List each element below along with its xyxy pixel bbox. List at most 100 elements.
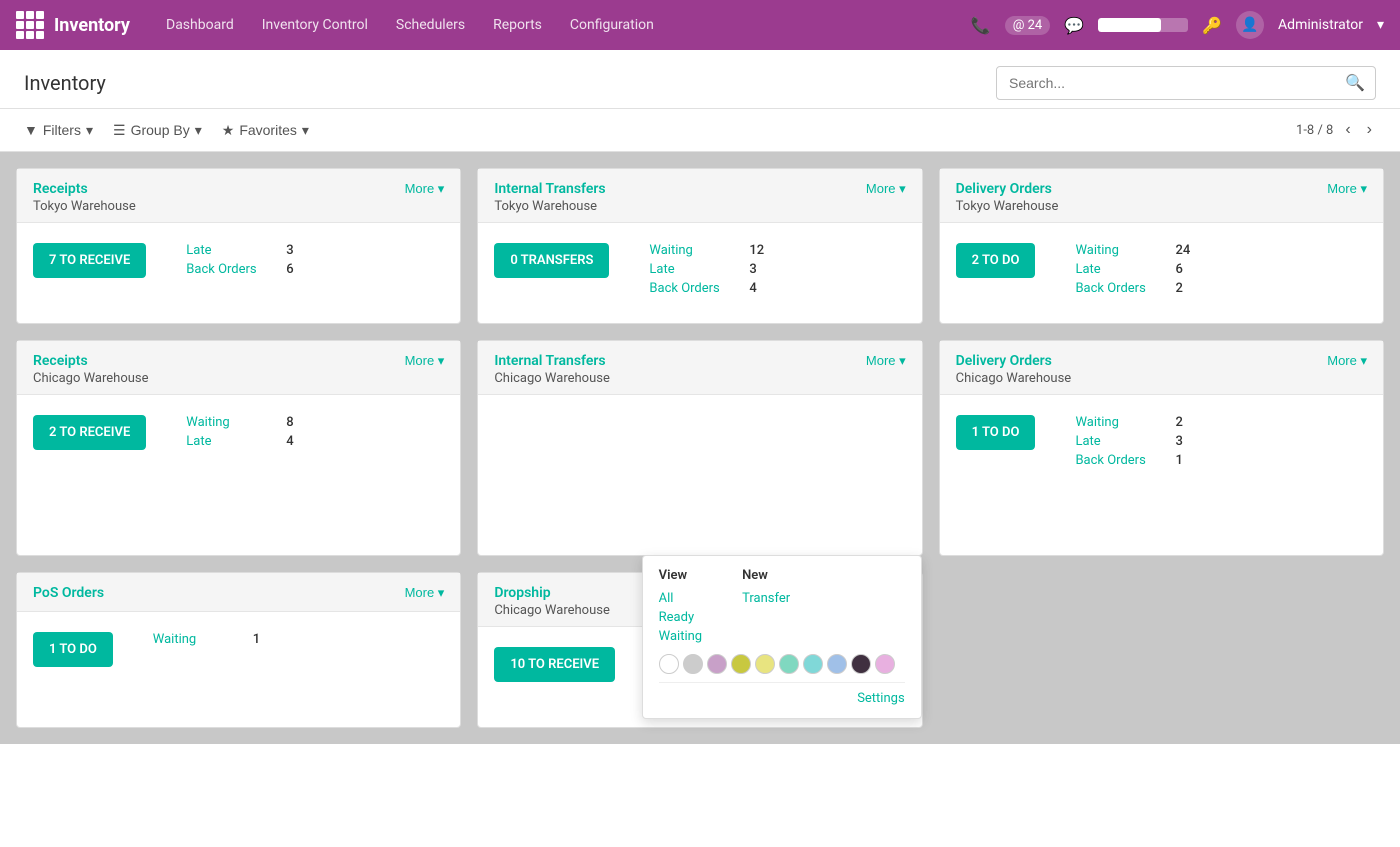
next-page-button[interactable]: › xyxy=(1363,119,1376,141)
favorites-button[interactable]: ★ Favorites ▾ xyxy=(222,122,309,139)
stat-value-backorders-do: 2 xyxy=(1175,281,1182,296)
more-button-internal-transfers-tokyo[interactable]: More ▾ xyxy=(866,181,906,197)
stat-label-backorders[interactable]: Back Orders xyxy=(186,262,266,277)
badge-receipts-chicago[interactable]: 2 TO RECEIVE xyxy=(33,415,146,450)
app-name: Inventory xyxy=(54,15,130,36)
app-logo[interactable]: Inventory xyxy=(16,11,130,39)
grid-icon xyxy=(16,11,44,39)
nav-schedulers[interactable]: Schedulers xyxy=(384,11,477,39)
card-header-internal-transfers-tokyo: Internal Transfers Tokyo Warehouse More … xyxy=(478,169,921,223)
star-icon: ★ xyxy=(222,122,235,139)
settings-link[interactable]: Settings xyxy=(857,691,904,706)
groupby-button[interactable]: ☰ Group By ▾ xyxy=(113,122,202,139)
card-title-delivery-orders-tokyo: Delivery Orders xyxy=(956,181,1059,197)
favorites-label: Favorites xyxy=(239,122,297,138)
stat-label-waiting-do[interactable]: Waiting xyxy=(1075,243,1155,258)
swatch-purple[interactable] xyxy=(707,654,727,674)
stat-label-waiting-do-c[interactable]: Waiting xyxy=(1075,415,1155,430)
badge-receipts-tokyo[interactable]: 7 TO RECEIVE xyxy=(33,243,146,278)
stat-label-late-do[interactable]: Late xyxy=(1075,262,1155,277)
card-subtitle-internal-transfers-tokyo: Tokyo Warehouse xyxy=(494,199,605,214)
card-body-receipts-tokyo: 7 TO RECEIVE Late 3 Back Orders 6 xyxy=(17,223,460,323)
card-subtitle-delivery-orders-tokyo: Tokyo Warehouse xyxy=(956,199,1059,214)
swatch-white[interactable] xyxy=(659,654,679,674)
nav-reports[interactable]: Reports xyxy=(481,11,554,39)
stats-pos-orders: Waiting 1 xyxy=(153,632,260,647)
stat-backorders-it-tokyo: Back Orders 4 xyxy=(649,281,764,296)
badge-delivery-orders-tokyo[interactable]: 2 TO DO xyxy=(956,243,1036,278)
stat-label-late-do-c[interactable]: Late xyxy=(1075,434,1155,449)
swatch-gray[interactable] xyxy=(683,654,703,674)
dropdown-footer: Settings xyxy=(659,682,905,706)
more-button-receipts-tokyo[interactable]: More ▾ xyxy=(405,181,445,197)
card-body-internal-transfers-chicago xyxy=(478,395,921,555)
search-button[interactable]: 🔍 xyxy=(1335,67,1375,99)
search-input[interactable] xyxy=(997,69,1335,97)
more-button-receipts-chicago[interactable]: More ▾ xyxy=(405,353,445,369)
admin-label[interactable]: Administrator xyxy=(1278,17,1363,33)
groupby-dropdown-icon: ▾ xyxy=(195,122,202,139)
chat-icon[interactable]: 💬 xyxy=(1064,16,1084,35)
more-button-delivery-orders-chicago[interactable]: More ▾ xyxy=(1327,353,1367,369)
swatch-blue[interactable] xyxy=(827,654,847,674)
stat-label-late-r[interactable]: Late xyxy=(186,434,266,449)
card-header-internal-transfers-chicago: Internal Transfers Chicago Warehouse Mor… xyxy=(478,341,921,395)
stat-label-backorders-do[interactable]: Back Orders xyxy=(1075,281,1155,296)
nav-configuration[interactable]: Configuration xyxy=(558,11,666,39)
card-internal-transfers-tokyo: Internal Transfers Tokyo Warehouse More … xyxy=(477,168,922,324)
stat-label-waiting-r[interactable]: Waiting xyxy=(186,415,266,430)
nav-inventory-control[interactable]: Inventory Control xyxy=(250,11,380,39)
card-body-receipts-chicago: 2 TO RECEIVE Waiting 8 Late 4 xyxy=(17,395,460,495)
stat-late-do-chicago: Late 3 xyxy=(1075,434,1182,449)
stat-late-tokyo: Late 3 xyxy=(186,243,293,258)
badge-dropship-chicago[interactable]: 10 TO RECEIVE xyxy=(494,647,615,682)
notification-badge[interactable]: @ 24 xyxy=(1005,16,1051,35)
more-button-internal-transfers-chicago[interactable]: More ▾ xyxy=(866,353,906,369)
swatch-pink[interactable] xyxy=(875,654,895,674)
swatch-olive[interactable] xyxy=(731,654,751,674)
stat-waiting-it-tokyo: Waiting 12 xyxy=(649,243,764,258)
stat-label-backorders-it[interactable]: Back Orders xyxy=(649,281,729,296)
toolbar-right: 1-8 / 8 ‹ › xyxy=(1296,119,1376,141)
stat-label-waiting[interactable]: Waiting xyxy=(649,243,729,258)
badge-pos-orders[interactable]: 1 TO DO xyxy=(33,632,113,667)
nav-dashboard[interactable]: Dashboard xyxy=(154,11,246,39)
dropdown-link-ready[interactable]: Ready xyxy=(659,608,702,627)
admin-dropdown-icon[interactable]: ▾ xyxy=(1377,17,1384,33)
prev-page-button[interactable]: ‹ xyxy=(1341,119,1354,141)
stat-label-backorders-do-c[interactable]: Back Orders xyxy=(1075,453,1155,468)
card-body-pos-orders: 1 TO DO Waiting 1 xyxy=(17,612,460,712)
filters-button[interactable]: ▼ Filters ▾ xyxy=(24,122,93,139)
dropdown-link-waiting[interactable]: Waiting xyxy=(659,627,702,646)
phone-icon[interactable]: 📞 xyxy=(971,16,991,35)
stat-label-waiting-pos[interactable]: Waiting xyxy=(153,632,233,647)
more-button-delivery-orders-tokyo[interactable]: More ▾ xyxy=(1327,181,1367,197)
stat-value-waiting: 12 xyxy=(749,243,764,258)
page-content: Inventory 🔍 ▼ Filters ▾ ☰ Group By ▾ ★ F… xyxy=(0,50,1400,847)
login-icon[interactable]: 🔑 xyxy=(1202,16,1222,35)
stat-label-late[interactable]: Late xyxy=(186,243,266,258)
new-header: New xyxy=(742,568,790,583)
swatch-dark[interactable] xyxy=(851,654,871,674)
card-body-delivery-orders-chicago: 1 TO DO Waiting 2 Late 3 Back Orders 1 xyxy=(940,395,1383,495)
stat-value-late-do: 6 xyxy=(1175,262,1182,277)
top-navigation: Inventory Dashboard Inventory Control Sc… xyxy=(0,0,1400,50)
card-pos-orders: PoS Orders More ▾ 1 TO DO Waiting 1 xyxy=(16,572,461,728)
progress-bar xyxy=(1098,18,1188,32)
view-header: View xyxy=(659,568,702,583)
badge-delivery-orders-chicago[interactable]: 1 TO DO xyxy=(956,415,1036,450)
more-button-pos-orders[interactable]: More ▾ xyxy=(405,585,445,601)
avatar-icon: 👤 xyxy=(1236,11,1264,39)
dropdown-link-all[interactable]: All xyxy=(659,589,702,608)
card-subtitle-internal-transfers-chicago: Chicago Warehouse xyxy=(494,371,610,386)
swatch-cyan[interactable] xyxy=(803,654,823,674)
swatch-teal[interactable] xyxy=(779,654,799,674)
card-subtitle-delivery-orders-chicago: Chicago Warehouse xyxy=(956,371,1072,386)
swatch-yellow[interactable] xyxy=(755,654,775,674)
dropdown-link-transfer[interactable]: Transfer xyxy=(742,589,790,608)
stat-label-late-it[interactable]: Late xyxy=(649,262,729,277)
stat-late-it-tokyo: Late 3 xyxy=(649,262,764,277)
card-title-delivery-orders-chicago: Delivery Orders xyxy=(956,353,1072,369)
badge-internal-transfers-tokyo[interactable]: 0 TRANSFERS xyxy=(494,243,609,278)
card-title-receipts-tokyo: Receipts xyxy=(33,181,136,197)
